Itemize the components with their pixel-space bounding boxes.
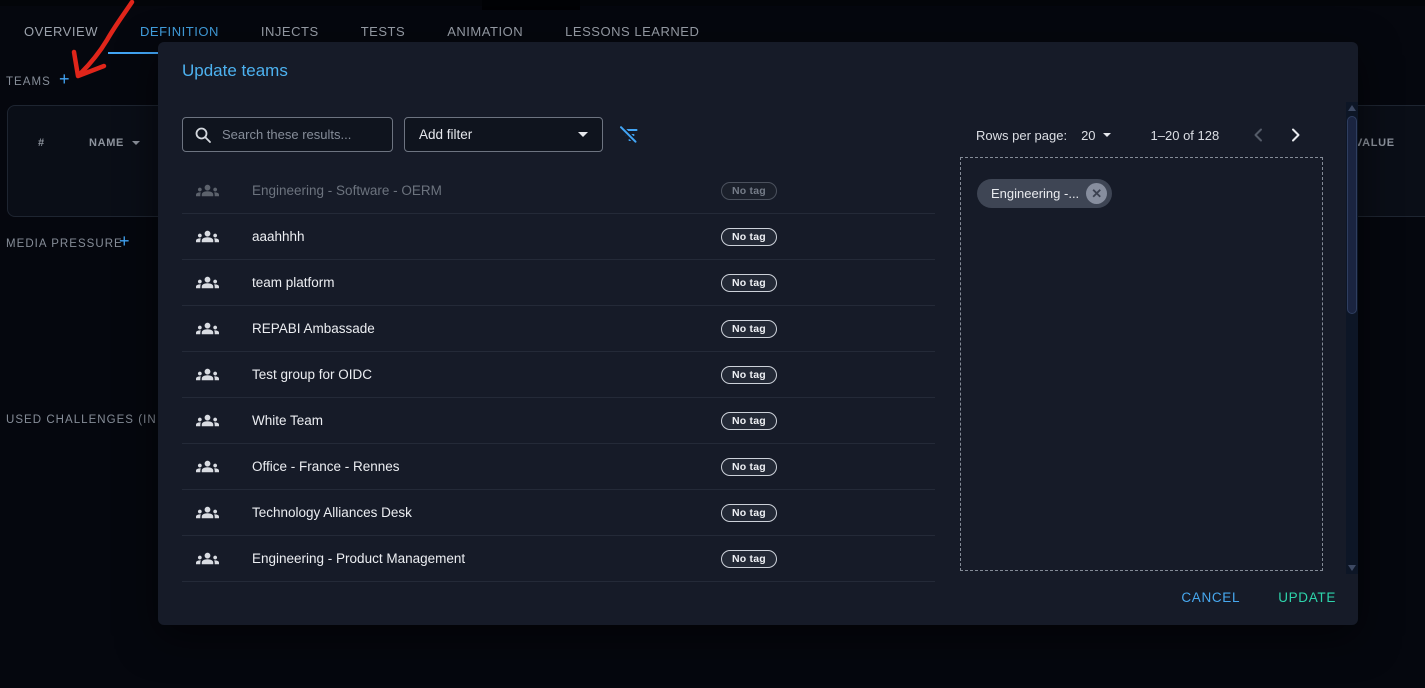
scrollbar-thumb[interactable] [1347, 116, 1357, 314]
column-header-value: VALUE [1355, 137, 1395, 149]
team-tag-badge: No tag [721, 458, 777, 476]
add-filter-label: Add filter [419, 127, 472, 142]
selected-teams-dropzone: Engineering -... ✕ [960, 157, 1323, 571]
team-name: REPABI Ambassade [252, 321, 375, 336]
red-annotation-arrow [60, 0, 155, 88]
rows-per-page-select[interactable]: 20 [1081, 128, 1110, 143]
selected-team-chip[interactable]: Engineering -... ✕ [977, 179, 1112, 208]
caret-down-icon [578, 132, 588, 137]
rows-per-page-label: Rows per page: [976, 128, 1067, 143]
team-tag-badge: No tag [721, 366, 777, 384]
chevron-left-icon [1249, 125, 1269, 145]
scroll-up-icon[interactable] [1348, 105, 1356, 111]
team-name: White Team [252, 413, 323, 428]
team-tag-badge: No tag [721, 228, 777, 246]
team-name: Engineering - Software - OERM [252, 183, 442, 198]
selected-team-chip-label: Engineering -... [991, 186, 1079, 201]
search-input[interactable] [220, 126, 379, 143]
tab-overview[interactable]: OVERVIEW [3, 19, 119, 44]
team-tag-badge: No tag [721, 550, 777, 568]
team-row[interactable]: team platform No tag [182, 260, 935, 306]
teams-section-label: TEAMS [6, 76, 51, 88]
groups-icon [196, 455, 219, 478]
team-row[interactable]: Engineering - Software - OERM No tag [182, 168, 935, 214]
sort-caret-icon [132, 141, 140, 145]
dialog-title: Update teams [182, 61, 288, 81]
previous-page-button[interactable] [1249, 125, 1269, 145]
filter-off-icon[interactable] [618, 124, 640, 146]
tab-definition[interactable]: DEFINITION [119, 19, 240, 44]
team-row[interactable]: Office - France - Rennes No tag [182, 444, 935, 490]
next-page-button[interactable] [1285, 125, 1305, 145]
tab-animation[interactable]: ANIMATION [426, 19, 544, 44]
team-name: Test group for OIDC [252, 367, 372, 382]
add-media-pressure-button[interactable]: + [119, 232, 130, 250]
groups-icon [196, 409, 219, 432]
team-row[interactable]: Technology Alliances Desk No tag [182, 490, 935, 536]
top-strip [0, 0, 1425, 6]
team-name: Technology Alliances Desk [252, 505, 412, 520]
add-team-button[interactable]: + [59, 70, 70, 88]
pagination-bar: Rows per page: 20 1–20 of 128 [976, 122, 1305, 148]
team-name: aaahhhh [252, 229, 305, 244]
caret-down-icon [1103, 133, 1111, 137]
chevron-right-icon [1285, 125, 1305, 145]
tab-injects[interactable]: INJECTS [240, 19, 340, 44]
tab-lessons-learned[interactable]: LESSONS LEARNED [544, 19, 720, 44]
team-row[interactable]: Test group for OIDC No tag [182, 352, 935, 398]
column-header-name[interactable]: NAME [89, 137, 140, 149]
column-header-hash: # [38, 137, 45, 149]
team-tag-badge: No tag [721, 412, 777, 430]
team-row[interactable]: White Team No tag [182, 398, 935, 444]
groups-icon [196, 501, 219, 524]
team-row[interactable]: Engineering - Product Management No tag [182, 536, 935, 582]
search-box [182, 117, 393, 152]
team-row[interactable]: REPABI Ambassade No tag [182, 306, 935, 352]
groups-icon [196, 547, 219, 570]
scroll-down-icon[interactable] [1348, 565, 1356, 571]
groups-icon [196, 271, 219, 294]
search-icon [194, 126, 212, 144]
update-button[interactable]: UPDATE [1272, 586, 1342, 609]
team-tag-badge: No tag [721, 182, 777, 200]
team-name: Office - France - Rennes [252, 459, 400, 474]
groups-icon [196, 363, 219, 386]
team-tag-badge: No tag [721, 320, 777, 338]
team-row[interactable]: aaahhhh No tag [182, 214, 935, 260]
add-filter-select[interactable]: Add filter [404, 117, 603, 152]
team-tag-badge: No tag [721, 504, 777, 522]
pagination-range-label: 1–20 of 128 [1151, 128, 1220, 143]
team-tag-badge: No tag [721, 274, 777, 292]
groups-icon [196, 225, 219, 248]
groups-icon [196, 317, 219, 340]
chip-remove-icon[interactable]: ✕ [1086, 183, 1107, 204]
dialog-scrollbar[interactable] [1346, 102, 1358, 574]
dialog-footer: CANCEL UPDATE [1175, 586, 1342, 609]
main-tabs: OVERVIEW DEFINITION INJECTS TESTS ANIMAT… [3, 19, 720, 44]
tab-tests[interactable]: TESTS [340, 19, 427, 44]
cancel-button[interactable]: CANCEL [1175, 586, 1246, 609]
team-name: team platform [252, 275, 335, 290]
groups-icon [196, 179, 219, 202]
team-list: Engineering - Software - OERM No tag aaa… [182, 168, 935, 582]
app-root: OVERVIEW DEFINITION INJECTS TESTS ANIMAT… [0, 0, 1425, 688]
media-pressure-section-label: MEDIA PRESSURE [6, 238, 123, 250]
top-notch [482, 0, 580, 10]
team-name: Engineering - Product Management [252, 551, 465, 566]
update-teams-dialog: Update teams Add filter Engineering - [158, 42, 1358, 625]
